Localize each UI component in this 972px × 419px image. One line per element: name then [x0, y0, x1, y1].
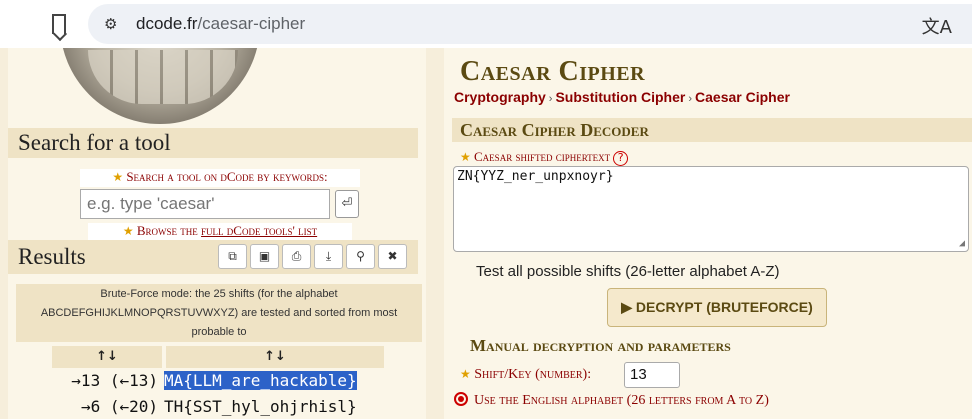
test-all-shifts-option[interactable]: Test all possible shifts (26-letter alph… — [476, 263, 779, 280]
ciphertext-label: ★ Caesar shifted ciphertext? — [460, 149, 629, 166]
decoder-heading: Caesar Cipher Decoder — [452, 118, 972, 142]
search-heading: Search for a tool — [8, 128, 418, 158]
tune-icon[interactable]: ⚙ — [104, 16, 124, 32]
star-icon: ★ — [112, 170, 124, 184]
url-text[interactable]: dcode.fr/caesar-cipher — [136, 14, 305, 34]
table-row[interactable]: →6 (←20) TH{SST_hyl_ohjrhisl} — [52, 394, 384, 419]
chevron-right-icon: › — [688, 93, 693, 105]
page-title: Caesar Cipher — [460, 56, 646, 87]
translate-icon[interactable]: 文A — [922, 13, 952, 39]
keywords-label: ★ Search a tool on dCode by keywords: — [80, 169, 360, 187]
browser-toolbar: ⚙ dcode.fr/caesar-cipher 文A — [0, 0, 972, 48]
help-icon[interactable]: ? — [613, 151, 629, 166]
search-input[interactable] — [80, 189, 330, 219]
resize-grip-icon[interactable]: ◢ — [959, 238, 965, 249]
results-toolbar: ⧉ ▣ ⎙ ⤓ ⚲ ✖ — [218, 244, 407, 270]
table-row[interactable]: →13 (←13) MA{LLM_are_hackable} — [52, 368, 384, 394]
shift-key-input[interactable]: 13 — [624, 362, 680, 388]
breadcrumb-caesar-cipher[interactable]: Caesar Cipher — [695, 89, 790, 105]
radio-selected-icon[interactable] — [454, 392, 468, 406]
bookmark-icon[interactable] — [52, 14, 66, 34]
plaintext-cell[interactable]: TH{SST_hyl_ohjrhisl} — [164, 397, 357, 416]
close-icon[interactable]: ✖ — [378, 244, 407, 269]
breadcrumb: Cryptography › Substitution Cipher › Caesar … — [454, 89, 790, 105]
results-table: ↑↓ ↑↓ →13 (←13) MA{LLM_are_hackable} →6 … — [52, 346, 384, 419]
plaintext-cell[interactable]: MA{LLM_are_hackable} — [164, 371, 357, 390]
ciphertext-input[interactable]: ZN{YYZ_ner_unpxnoyr} ◢ — [453, 166, 969, 252]
breadcrumb-substitution-cipher[interactable]: Substitution Cipher — [555, 89, 685, 105]
shift-cell: →6 (←20) — [80, 397, 158, 416]
shift-cell: →13 (←13) — [71, 371, 158, 390]
main-content: Caesar Cipher Cryptography › Substitution … — [434, 48, 972, 419]
decrypt-bruteforce-button[interactable]: ▶ DECRYPT (BRUTEFORCE) — [607, 288, 827, 327]
sort-text-header[interactable]: ↑↓ — [166, 346, 384, 368]
manual-decryption-heading: Manual decryption and parameters — [470, 336, 731, 355]
star-icon: ★ — [460, 150, 471, 164]
star-icon: ★ — [122, 224, 134, 238]
copy-icon[interactable]: ⧉ — [218, 244, 247, 269]
download-icon[interactable]: ⤓ — [314, 244, 343, 269]
bruteforce-note: Brute-Force mode: the 25 shifts (for the… — [16, 284, 422, 357]
save-icon[interactable]: ▣ — [250, 244, 279, 269]
full-tools-list-link[interactable]: full dCode tools' list — [201, 223, 317, 238]
browse-tools-link[interactable]: ★ Browse the full dCode tools' list — [88, 223, 352, 241]
search-submit-button[interactable]: ⏎ — [335, 190, 359, 218]
left-sidebar: Search for a tool ★ Search a tool on dCo… — [0, 48, 434, 419]
breadcrumb-cryptography[interactable]: Cryptography — [454, 89, 546, 105]
results-header-row: ↑↓ ↑↓ — [52, 346, 384, 368]
address-bar[interactable]: ⚙ dcode.fr/caesar-cipher 文A — [88, 4, 972, 44]
shift-key-label: ★ Shift/Key (number): — [460, 367, 592, 382]
pin-icon[interactable]: ⚲ — [346, 244, 375, 269]
sort-shift-header[interactable]: ↑↓ — [52, 346, 162, 368]
chevron-right-icon: › — [548, 93, 553, 105]
star-icon: ★ — [460, 367, 471, 381]
cipher-wheel-image — [60, 48, 260, 124]
print-icon[interactable]: ⎙ — [282, 244, 311, 269]
english-alphabet-option[interactable]: Use the English alphabet (26 letters fro… — [454, 392, 769, 409]
